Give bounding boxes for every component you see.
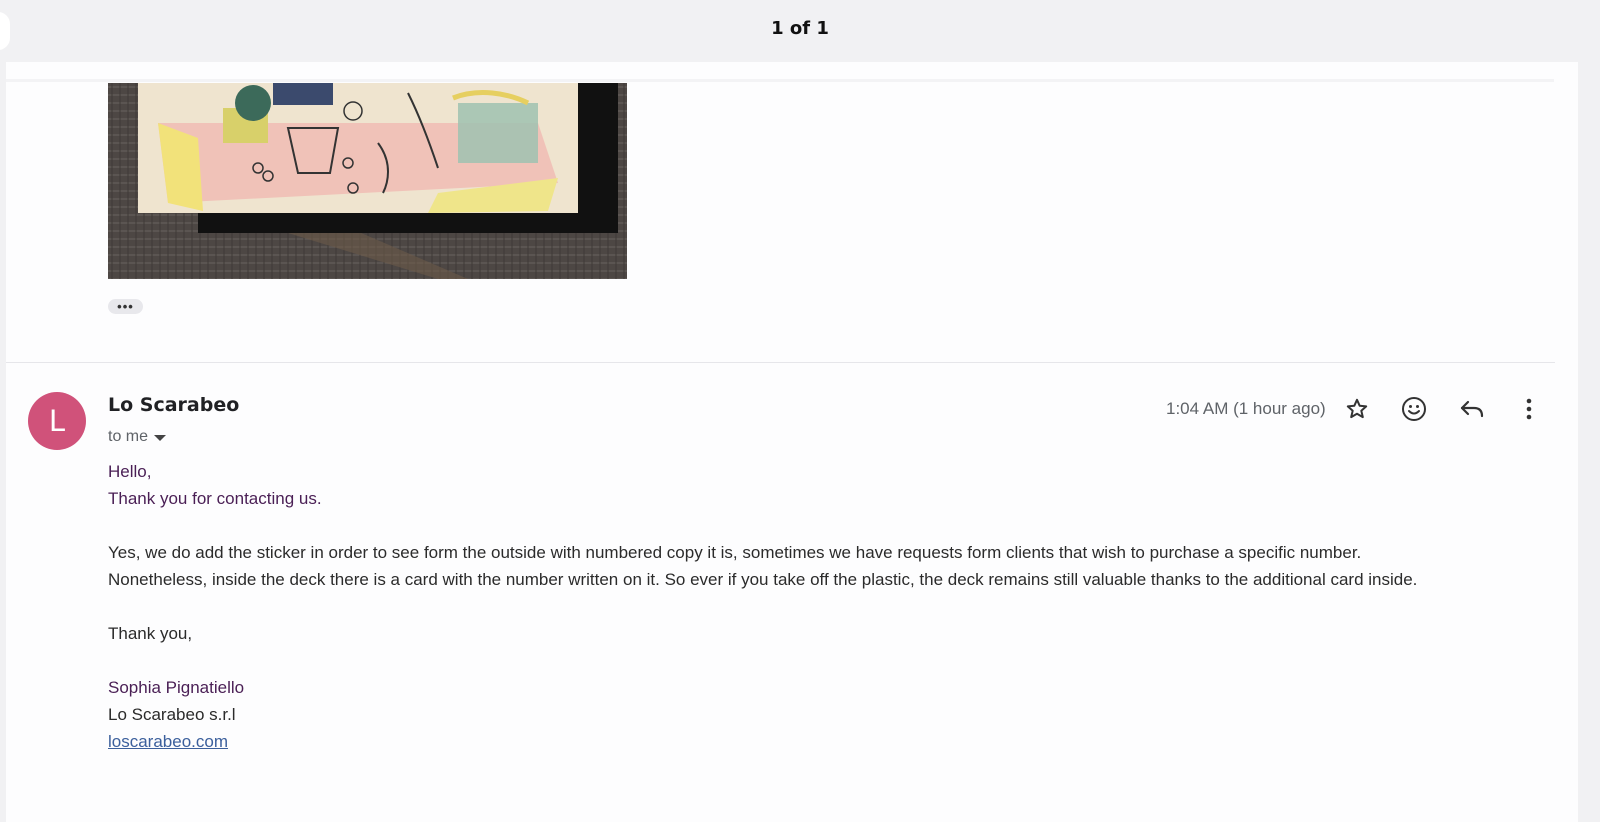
message-body: Hello, Thank you for contacting us. Yes,… (108, 458, 1558, 755)
body-paragraph-line-2: Nonetheless, inside the deck there is a … (108, 570, 1418, 589)
recipient-line: to me (108, 428, 167, 446)
reply-icon (1460, 400, 1484, 418)
panel-edge (6, 79, 1554, 82)
greeting: Hello, (108, 462, 152, 481)
star-button[interactable] (1336, 388, 1378, 430)
star-icon (1346, 398, 1368, 419)
page-counter: 1 of 1 (771, 18, 829, 39)
show-trimmed-content-button[interactable]: ••• (108, 299, 143, 314)
thanks-line: Thank you for contacting us. (108, 489, 322, 508)
signature-company: Lo Scarabeo s.r.l (108, 705, 236, 724)
signature-link[interactable]: loscarabeo.com (108, 732, 228, 751)
more-options-button[interactable] (1508, 388, 1550, 430)
message-timestamp: 1:04 AM (1 hour ago) (1166, 399, 1326, 418)
signature-name: Sophia Pignatiello (108, 678, 245, 697)
more-vert-icon (1526, 398, 1532, 420)
chevron-down-icon[interactable] (154, 435, 167, 441)
recipient-label: to me (108, 428, 149, 445)
sender-avatar[interactable]: L (28, 392, 86, 450)
email-thread: ••• L Lo Scarabeo to me 1:04 AM (1 hour … (6, 62, 1578, 822)
body-paragraph-line-1: Yes, we do add the sticker in order to s… (108, 543, 1362, 562)
message-divider (6, 362, 1555, 363)
sender-name[interactable]: Lo Scarabeo (108, 394, 239, 416)
reply-button[interactable] (1451, 388, 1493, 430)
attached-image[interactable] (108, 83, 627, 279)
emoji-icon (1402, 397, 1426, 421)
add-reaction-button[interactable] (1393, 388, 1435, 430)
viewer-toolbar: 1 of 1 (0, 0, 1600, 62)
closing: Thank you, (108, 624, 193, 643)
